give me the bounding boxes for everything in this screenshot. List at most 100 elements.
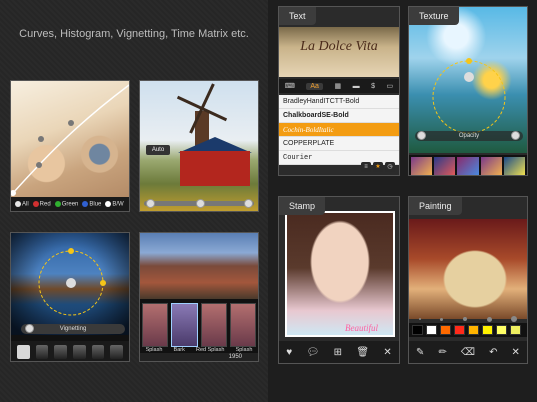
- brush-sizes[interactable]: [409, 315, 527, 323]
- slider-knob[interactable]: [196, 199, 205, 208]
- color-swatch[interactable]: [496, 325, 507, 335]
- vignetting-slider[interactable]: Vignetting: [21, 324, 125, 334]
- font-button[interactable]: Aa: [306, 82, 323, 90]
- texture-thumb[interactable]: [434, 157, 456, 175]
- color-swatch[interactable]: [468, 325, 479, 335]
- brush-size[interactable]: [418, 318, 421, 320]
- vignette-ring[interactable]: [11, 233, 130, 335]
- year-counter: 1950: [228, 354, 242, 360]
- texture-card[interactable]: Texture Opacity: [408, 6, 528, 176]
- vignetting-card[interactable]: Vignetting: [10, 232, 130, 362]
- brush-size[interactable]: [511, 316, 518, 322]
- stamp-add-icon[interactable]: ⊞: [334, 347, 342, 358]
- opacity-slider[interactable]: Opacity: [415, 131, 523, 141]
- speech-bubble-icon[interactable]: 💬︎: [307, 347, 320, 358]
- font-option[interactable]: BradleyHandITCTT-Bold: [279, 95, 399, 109]
- food-photo: [409, 219, 527, 319]
- color-swatch[interactable]: [454, 325, 465, 335]
- font-option[interactable]: ChalkboardSE-Bold: [279, 109, 399, 123]
- color-swatch[interactable]: [510, 325, 521, 335]
- style-icon[interactable]: ▬: [353, 83, 360, 90]
- filter-thumbnails[interactable]: [140, 303, 258, 347]
- stamp-card[interactable]: Stamp Beautiful ♥ 💬︎ ⊞ 🗑︎ ✕: [278, 196, 400, 364]
- channel-all[interactable]: All: [15, 200, 29, 207]
- brush-size[interactable]: [486, 316, 492, 322]
- keyboard-icon[interactable]: ⌨: [285, 82, 295, 90]
- street-photo: [140, 233, 258, 299]
- texture-thumb[interactable]: [503, 157, 526, 175]
- slider-knob[interactable]: [417, 131, 426, 140]
- close-icon[interactable]: ✕: [512, 347, 520, 358]
- curve-graph[interactable]: [11, 81, 130, 199]
- time-matrix-card[interactable]: Splash Bark Red Splash Splash 1950: [139, 232, 259, 362]
- text-overlay-title[interactable]: La Dolce Vita: [279, 39, 399, 55]
- curve-point: [36, 162, 42, 168]
- close-icon[interactable]: ✕: [383, 347, 391, 358]
- brush-size[interactable]: [462, 317, 467, 321]
- curve-point: [68, 120, 74, 126]
- preset-swatch[interactable]: [73, 345, 86, 359]
- stamp-toolbar[interactable]: ♥ 💬︎ ⊞ 🗑︎ ✕: [279, 341, 399, 363]
- filter-thumb[interactable]: [200, 303, 227, 347]
- tab-painting[interactable]: Painting: [409, 197, 462, 215]
- channel-red[interactable]: Red: [32, 200, 51, 207]
- preset-swatch[interactable]: [17, 345, 30, 359]
- filter-thumb[interactable]: [229, 303, 256, 347]
- text-toolbar[interactable]: ⌨ Aa ▦ ▬ $ ▭: [279, 79, 399, 93]
- undo-icon[interactable]: ↶: [489, 347, 497, 358]
- color-icon[interactable]: ▦: [334, 82, 341, 90]
- texture-thumb[interactable]: [411, 157, 433, 175]
- preset-swatch[interactable]: [110, 345, 124, 359]
- channel-blue[interactable]: Blue: [82, 200, 101, 207]
- preset-swatch[interactable]: [35, 345, 49, 359]
- font-list-actions[interactable]: ≡ ★ ◷: [361, 162, 395, 172]
- channel-bw[interactable]: B/W: [105, 200, 124, 207]
- preset-swatch[interactable]: [91, 345, 105, 359]
- brush-size[interactable]: [440, 317, 444, 321]
- font-list[interactable]: BradleyHandITCTT-Bold ChalkboardSE-Bold …: [279, 95, 399, 165]
- filter-thumb[interactable]: [142, 303, 169, 347]
- color-swatch[interactable]: [482, 325, 493, 335]
- color-swatch[interactable]: [440, 325, 451, 335]
- texture-thumbnails[interactable]: [409, 155, 527, 175]
- tab-stamp[interactable]: Stamp: [279, 197, 326, 215]
- curve-point: [38, 136, 44, 142]
- dollar-icon[interactable]: $: [371, 83, 375, 90]
- list-icon[interactable]: ≡: [361, 162, 371, 172]
- eraser-icon[interactable]: ⌫: [461, 347, 475, 358]
- time-matrix-footer: 1950: [140, 353, 258, 361]
- auto-button[interactable]: Auto: [146, 145, 170, 155]
- font-option[interactable]: COPPERPLATE: [279, 137, 399, 151]
- color-swatch[interactable]: [426, 325, 437, 335]
- channel-green[interactable]: Green: [54, 200, 78, 207]
- dock-icon[interactable]: ▭: [387, 82, 394, 90]
- stamp-text[interactable]: Beautiful: [345, 323, 378, 333]
- red-house: [180, 151, 250, 186]
- slider-knob[interactable]: [25, 324, 34, 333]
- color-swatch[interactable]: [412, 325, 423, 335]
- color-palette[interactable]: [409, 323, 527, 337]
- channel-selector[interactable]: All Red Green Blue B/W: [11, 197, 129, 211]
- filter-thumb-selected[interactable]: [171, 303, 198, 347]
- slider-knob[interactable]: [244, 199, 253, 208]
- trash-icon[interactable]: 🗑︎: [356, 347, 369, 358]
- feature-subtitle: Curves, Histogram, Vignetting, Time Matr…: [19, 28, 249, 40]
- painting-toolbar[interactable]: ✎ ✏ ⌫ ↶ ✕: [409, 341, 527, 363]
- tab-text[interactable]: Text: [279, 7, 316, 25]
- star-icon[interactable]: ★: [373, 162, 383, 172]
- brush-icon[interactable]: ✎: [416, 347, 424, 358]
- slider-knob[interactable]: [146, 199, 155, 208]
- slider-knob[interactable]: [511, 131, 520, 140]
- pencil-icon[interactable]: ✏: [438, 347, 446, 358]
- heart-icon[interactable]: ♥: [286, 347, 292, 358]
- vignette-presets[interactable]: [11, 341, 129, 361]
- histogram-card[interactable]: Auto: [139, 80, 259, 212]
- text-card[interactable]: Text La Dolce Vita ⌨ Aa ▦ ▬ $ ▭ BradleyH…: [278, 6, 400, 176]
- clock-icon[interactable]: ◷: [385, 162, 395, 172]
- painting-card[interactable]: Painting ✎ ✏ ⌫ ↶ ✕: [408, 196, 528, 364]
- preset-swatch[interactable]: [54, 345, 68, 359]
- texture-thumb[interactable]: [457, 157, 479, 175]
- texture-thumb[interactable]: [480, 157, 502, 175]
- font-option-selected[interactable]: Cochin-BoldItalic: [279, 123, 399, 137]
- curves-card[interactable]: All Red Green Blue B/W: [10, 80, 130, 212]
